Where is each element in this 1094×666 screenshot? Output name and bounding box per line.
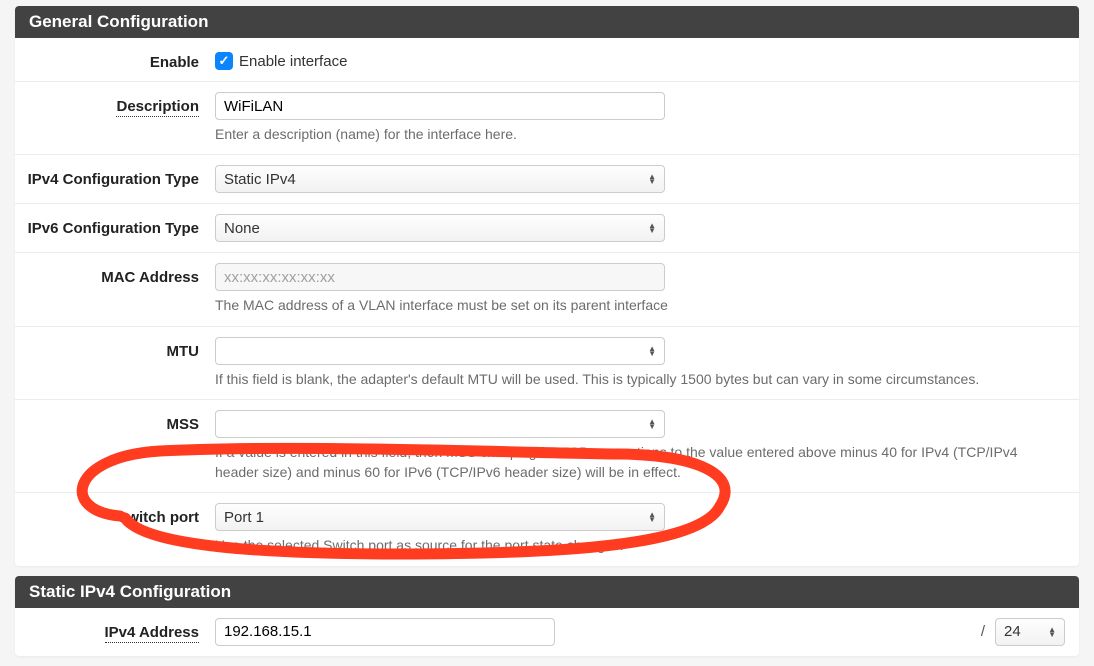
label-description: Description <box>15 92 215 115</box>
row-enable: Enable ✓ Enable interface <box>15 38 1079 82</box>
switch-port-help: Use the selected Switch port as source f… <box>215 535 1065 555</box>
label-ipv6-type: IPv6 Configuration Type <box>15 214 215 237</box>
chevron-updown-icon: ▲▼ <box>648 174 656 184</box>
row-ipv4-type: IPv4 Configuration Type Static IPv4 ▲▼ <box>15 155 1079 204</box>
panel-header-ipv4: Static IPv4 Configuration <box>15 576 1079 608</box>
row-mss: MSS ▲▼ If a value is entered in this fie… <box>15 400 1079 494</box>
description-field[interactable] <box>215 92 665 120</box>
mtu-field[interactable]: ▲▼ <box>215 337 665 365</box>
ipv6-type-select[interactable]: None ▲▼ <box>215 214 665 242</box>
subnet-mask-select[interactable]: 24 ▲▼ <box>995 618 1065 646</box>
label-mac: MAC Address <box>15 263 215 286</box>
ipv6-type-value: None <box>224 220 260 237</box>
label-switch-port: Switch port <box>15 503 215 526</box>
ipv4-type-value: Static IPv4 <box>224 171 296 188</box>
static-ipv4-panel: Static IPv4 Configuration IPv4 Address /… <box>15 576 1079 656</box>
enable-checkbox-wrap[interactable]: ✓ Enable interface <box>215 48 347 70</box>
row-switch-port: Switch port Port 1 ▲▼ Use the selected S… <box>15 493 1079 565</box>
chevron-updown-icon: ▲▼ <box>1048 627 1056 637</box>
row-mac: MAC Address The MAC address of a VLAN in… <box>15 253 1079 326</box>
row-ipv6-type: IPv6 Configuration Type None ▲▼ <box>15 204 1079 253</box>
ipv4-type-select[interactable]: Static IPv4 ▲▼ <box>215 165 665 193</box>
row-mtu: MTU ▲▼ If this field is blank, the adapt… <box>15 327 1079 400</box>
description-help: Enter a description (name) for the inter… <box>215 124 1065 144</box>
switch-port-value: Port 1 <box>224 509 264 526</box>
row-ipv4-address: IPv4 Address / 24 ▲▼ <box>15 608 1079 656</box>
chevron-updown-icon: ▲▼ <box>648 419 656 429</box>
mtu-help: If this field is blank, the adapter's de… <box>215 369 1065 389</box>
label-enable: Enable <box>15 48 215 71</box>
chevron-updown-icon: ▲▼ <box>648 223 656 233</box>
label-ipv4-type: IPv4 Configuration Type <box>15 165 215 188</box>
mac-help: The MAC address of a VLAN interface must… <box>215 295 1065 315</box>
general-config-panel: General Configuration Enable ✓ Enable in… <box>15 6 1079 566</box>
row-description: Description Enter a description (name) f… <box>15 82 1079 155</box>
label-ipv4-address: IPv4 Address <box>15 618 215 641</box>
chevron-updown-icon: ▲▼ <box>648 346 656 356</box>
checkmark-icon: ✓ <box>215 52 233 70</box>
ipv4-address-field[interactable] <box>215 618 555 646</box>
enable-text: Enable interface <box>239 53 347 70</box>
chevron-updown-icon: ▲▼ <box>648 512 656 522</box>
label-mtu: MTU <box>15 337 215 360</box>
subnet-mask-value: 24 <box>1004 623 1021 640</box>
label-mss: MSS <box>15 410 215 433</box>
switch-port-select[interactable]: Port 1 ▲▼ <box>215 503 665 531</box>
panel-header-general: General Configuration <box>15 6 1079 38</box>
mss-help: If a value is entered in this field, the… <box>215 442 1065 483</box>
mss-field[interactable]: ▲▼ <box>215 410 665 438</box>
mac-field[interactable] <box>215 263 665 291</box>
subnet-slash: / <box>981 623 985 640</box>
